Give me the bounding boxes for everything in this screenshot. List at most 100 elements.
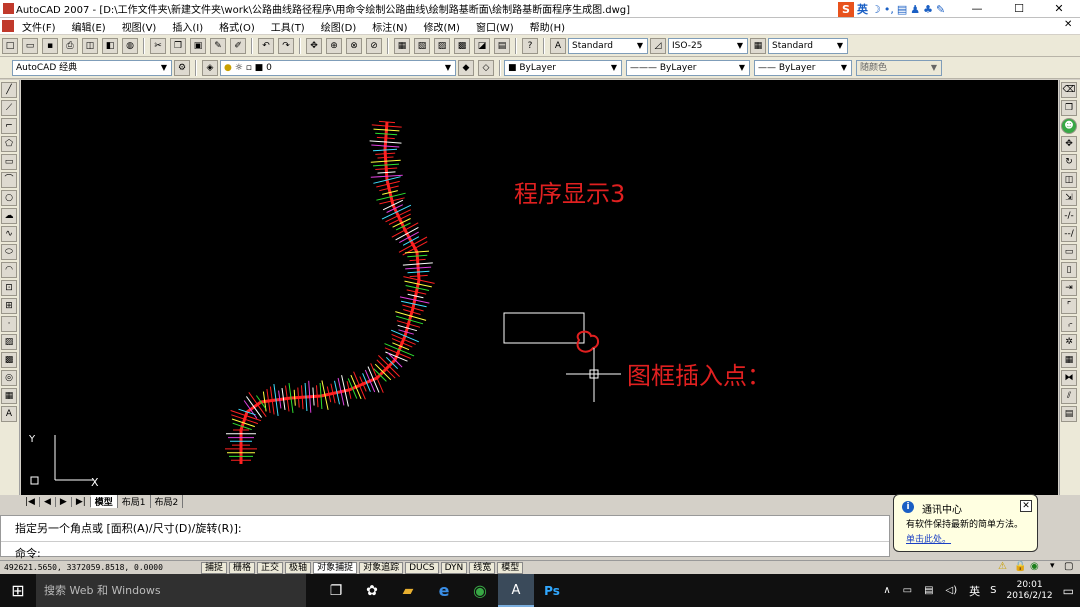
table-icon[interactable]: ▦	[1, 388, 17, 404]
shirt-icon[interactable]: ♣	[923, 3, 933, 16]
trayicon-icon[interactable]: ◉	[1030, 561, 1039, 572]
workspace-settings-icon[interactable]: ⚙	[174, 59, 190, 76]
preview-icon[interactable]: ◫	[82, 37, 98, 54]
volume-icon[interactable]: ◁)	[946, 585, 958, 596]
properties-icon[interactable]: ▦	[394, 37, 410, 54]
break-icon[interactable]: ▯	[1061, 262, 1077, 278]
hatch-icon[interactable]: ▨	[1, 334, 17, 350]
tool-palette-icon[interactable]: ▨	[434, 37, 450, 54]
photoshop-icon[interactable]: Ps	[534, 584, 570, 598]
globe-icon[interactable]: ◍	[122, 37, 138, 54]
otrack-toggle[interactable]: 对象追踪	[359, 561, 404, 574]
network-icon[interactable]: ▤	[924, 585, 933, 596]
tab-prev-icon[interactable]: ◀	[40, 496, 56, 507]
sogou-logo-icon[interactable]: S	[838, 1, 854, 17]
menu-file[interactable]: 文件(F)	[14, 19, 64, 34]
copy-object-icon[interactable]: ❐	[1061, 100, 1077, 116]
polyline-icon[interactable]: ⌐	[1, 118, 17, 134]
color-select[interactable]: ■ ByLayer ▼	[504, 59, 622, 76]
open-icon[interactable]: ▭	[22, 37, 38, 54]
minimize-button[interactable]: —	[956, 0, 998, 18]
cut-icon[interactable]: ✂	[150, 37, 166, 54]
user-icon[interactable]: ♟	[910, 3, 920, 16]
workspace-select[interactable]: AutoCAD 经典 ▼	[12, 59, 172, 76]
drawing-canvas[interactable]: X Y 程序显示3 图框插入点：	[21, 80, 1058, 495]
rotate-icon[interactable]: ↻	[1061, 154, 1077, 170]
region-icon[interactable]: ◎	[1, 370, 17, 386]
sheetset-icon[interactable]: ▩	[454, 37, 470, 54]
insert-block-icon[interactable]: ⊡	[1, 280, 17, 296]
gradient-icon[interactable]: ▩	[1, 352, 17, 368]
tab-layout1[interactable]: 布局1	[118, 495, 151, 508]
pinwheel-app-icon[interactable]: ✿	[354, 583, 390, 599]
fillet-icon[interactable]: ⌌	[1061, 316, 1077, 332]
comm-center-icon[interactable]: ⚠	[998, 561, 1007, 572]
menu-view[interactable]: 视图(V)	[114, 19, 165, 34]
polygon-icon[interactable]: ⬠	[1, 136, 17, 152]
move-icon[interactable]: ✥	[1061, 136, 1077, 152]
menu-help[interactable]: 帮助(H)	[522, 19, 573, 34]
tab-first-icon[interactable]: |◀	[21, 496, 40, 507]
clock[interactable]: 20:01 2016/2/12	[1007, 580, 1053, 602]
menu-dimension[interactable]: 标注(N)	[364, 19, 415, 34]
autocad-taskbar-icon[interactable]: A	[498, 574, 534, 607]
mtext-icon[interactable]: A	[1, 406, 17, 422]
spline-icon[interactable]: ∿	[1, 226, 17, 242]
linetype-select[interactable]: ——— ByLayer ▼	[626, 59, 750, 76]
circle-icon[interactable]: ○	[1, 190, 17, 206]
maximize-button[interactable]: ☐	[998, 0, 1040, 18]
network-speed-icon[interactable]: ☻	[1061, 118, 1077, 134]
brush-icon[interactable]: ✐	[230, 37, 246, 54]
menu-edit[interactable]: 编辑(E)	[64, 19, 114, 34]
tray-chevron-icon[interactable]: ∧	[883, 585, 890, 596]
zoom-realtime-icon[interactable]: ⊕	[326, 37, 342, 54]
wrench-icon[interactable]: ✎	[936, 3, 945, 16]
join-icon[interactable]: ⇥	[1061, 280, 1077, 296]
tab-last-icon[interactable]: ▶|	[72, 496, 91, 507]
menu-window[interactable]: 窗口(W)	[468, 19, 522, 34]
new-icon[interactable]: □	[2, 37, 18, 54]
dyn-toggle[interactable]: DYN	[440, 561, 468, 574]
lock-toolbar-icon[interactable]: 🔒	[1014, 561, 1026, 572]
stretch-icon[interactable]: ⇲	[1061, 190, 1077, 206]
doc-close-button[interactable]: ✕	[1064, 19, 1072, 30]
markup-icon[interactable]: ◪	[474, 37, 490, 54]
erase-icon[interactable]: ⌫	[1061, 82, 1077, 98]
table-style-select[interactable]: Standard ▼	[768, 37, 848, 54]
layer-select[interactable]: ● ☼ ▫ ■ 0 ▼	[220, 59, 456, 76]
save-icon[interactable]: ▪	[42, 37, 58, 54]
close-button[interactable]: ✕	[1038, 0, 1080, 18]
offset-icon[interactable]: ⫽	[1061, 388, 1077, 404]
lineweight-select[interactable]: —— ByLayer ▼	[754, 59, 852, 76]
menu-modify[interactable]: 修改(M)	[416, 19, 468, 34]
break-point-icon[interactable]: ▭	[1061, 244, 1077, 260]
ortho-toggle[interactable]: 正交	[257, 561, 284, 574]
plot-style-select[interactable]: 随颜色 ▼	[856, 59, 942, 76]
line-icon[interactable]: ╱	[1, 82, 17, 98]
clean-screen-icon[interactable]: ▢	[1064, 561, 1073, 572]
ellipse-arc-icon[interactable]: ◠	[1, 262, 17, 278]
osnap-toggle[interactable]: 对象捕捉	[313, 561, 358, 574]
moon-icon[interactable]: ☽	[871, 3, 881, 16]
menu-draw[interactable]: 绘图(D)	[313, 19, 365, 34]
sogou-tray-icon[interactable]: S	[990, 585, 996, 596]
tab-model[interactable]: 模型	[90, 495, 118, 508]
popup-close-icon[interactable]: ✕	[1020, 500, 1032, 512]
explode-icon[interactable]: ✲	[1061, 334, 1077, 350]
rectangle-icon[interactable]: ▭	[1, 154, 17, 170]
grid-toggle[interactable]: 栅格	[229, 561, 256, 574]
dim-style-select[interactable]: ISO-25 ▼	[668, 37, 748, 54]
windows-start-icon[interactable]: ⊞	[0, 581, 36, 600]
model-toggle[interactable]: 模型	[497, 561, 524, 574]
help-icon[interactable]: ?	[522, 37, 538, 54]
menu-format[interactable]: 格式(O)	[211, 19, 263, 34]
calculator-icon[interactable]: ▤	[494, 37, 510, 54]
lwt-toggle[interactable]: 线宽	[469, 561, 496, 574]
zoom-previous-icon[interactable]: ⊘	[366, 37, 382, 54]
trim-icon[interactable]: -/-	[1061, 208, 1077, 224]
polar-toggle[interactable]: 极轴	[285, 561, 312, 574]
extend-icon[interactable]: --/	[1061, 226, 1077, 242]
plot-icon[interactable]: ⎙	[62, 37, 78, 54]
chamfer-icon[interactable]: ⌜	[1061, 298, 1077, 314]
pan-icon[interactable]: ✥	[306, 37, 322, 54]
